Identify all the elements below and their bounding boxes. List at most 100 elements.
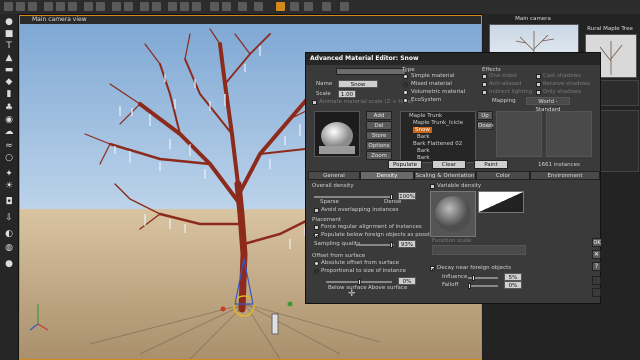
grid-icon[interactable]: [210, 2, 219, 11]
tab-environment[interactable]: Environment: [530, 171, 600, 180]
camera-icon[interactable]: [140, 2, 149, 11]
scale-field[interactable]: 1.00: [338, 90, 356, 98]
zoom-button[interactable]: Zoom: [366, 151, 392, 160]
sphere-icon[interactable]: ●: [4, 18, 14, 27]
type-volumetric-radio[interactable]: [403, 90, 408, 95]
density-function-preview[interactable]: [430, 191, 476, 237]
variable-density-checkbox[interactable]: [430, 184, 435, 189]
falloff-slider[interactable]: [468, 285, 498, 287]
clear-button[interactable]: Clear: [432, 160, 466, 169]
render-icon[interactable]: [112, 2, 121, 11]
mapping-select[interactable]: World - Standard: [526, 97, 570, 113]
populate-button[interactable]: Populate: [388, 160, 422, 169]
light-bulb-icon[interactable]: ✦: [4, 170, 14, 179]
ecosystem-icon[interactable]: [276, 2, 285, 11]
plane-icon[interactable]: ▬: [4, 66, 14, 75]
force-alignment-checkbox[interactable]: [314, 225, 319, 230]
tab-general[interactable]: General: [308, 171, 360, 180]
sampling-quality-value[interactable]: 93%: [398, 240, 416, 248]
receive-shadows-checkbox[interactable]: [536, 82, 541, 87]
del-layer-button[interactable]: Del layer: [366, 121, 392, 138]
cancel-button[interactable]: ✕: [592, 250, 601, 259]
rotate-icon[interactable]: [180, 2, 189, 11]
tab-density[interactable]: Density: [360, 171, 414, 180]
sampling-quality-knob[interactable]: [390, 242, 393, 248]
move-down-button[interactable]: Down: [477, 121, 494, 130]
cone-icon[interactable]: ◆: [4, 78, 14, 87]
copy-icon[interactable]: [56, 2, 65, 11]
type-simple-radio[interactable]: [403, 74, 408, 79]
add-layer-button[interactable]: Add layer: [366, 111, 392, 128]
redo-icon[interactable]: [96, 2, 105, 11]
layer-icon[interactable]: [238, 2, 247, 11]
density-filter-preview[interactable]: [478, 191, 524, 213]
material-preset-button[interactable]: [336, 68, 406, 75]
avoid-overlapping-checkbox[interactable]: [314, 208, 319, 213]
import-icon[interactable]: ⇩: [4, 214, 14, 223]
options-button[interactable]: Options: [366, 141, 392, 150]
overall-density-slider[interactable]: [314, 196, 392, 198]
tab-scaling-orientation[interactable]: Scaling & Orientation: [414, 171, 476, 180]
text-icon[interactable]: T: [4, 42, 14, 51]
new-file-icon[interactable]: [4, 2, 13, 11]
type-ecosystem-radio[interactable]: [403, 98, 408, 103]
ok-button[interactable]: OK: [592, 238, 602, 247]
snap-icon[interactable]: [222, 2, 231, 11]
load-material-icon[interactable]: [592, 288, 601, 297]
indirect-lighting-checkbox[interactable]: [482, 90, 487, 95]
anti-aliased-checkbox[interactable]: [482, 82, 487, 87]
cloud-icon[interactable]: ☁: [4, 128, 14, 137]
material-icon[interactable]: [290, 2, 299, 11]
move-up-button[interactable]: Up: [477, 111, 493, 120]
camera-left-icon[interactable]: ◘: [4, 198, 14, 207]
save-material-icon[interactable]: [592, 276, 601, 285]
help-button[interactable]: ?: [592, 262, 601, 271]
falloff-knob[interactable]: [468, 283, 471, 289]
tree-item[interactable]: Bark: [417, 134, 430, 140]
one-sided-checkbox[interactable]: [482, 74, 487, 79]
animate-scale-checkbox[interactable]: [312, 100, 317, 105]
type-mixed-radio[interactable]: [403, 82, 408, 87]
hd-icon[interactable]: [304, 2, 313, 11]
tree-item[interactable]: Maple Trunk_Icicle: [413, 120, 463, 126]
cast-shadows-checkbox[interactable]: [536, 74, 541, 79]
object-library-icon[interactable]: ◍: [4, 244, 14, 253]
settings-icon[interactable]: [322, 2, 331, 11]
falloff-value[interactable]: 0%: [504, 281, 522, 289]
sun-icon[interactable]: ☀: [4, 182, 14, 191]
world-icon[interactable]: [124, 2, 133, 11]
water-icon[interactable]: ≈: [4, 142, 14, 151]
light-icon[interactable]: [152, 2, 161, 11]
paint-button[interactable]: Paint: [474, 160, 508, 169]
function-scale-fields[interactable]: [432, 245, 526, 255]
material-editor-dialog[interactable]: Advanced Material Editor: Snow Name Snow…: [305, 52, 601, 304]
tab-color[interactable]: Color: [476, 171, 530, 180]
plant-icon[interactable]: ♣: [4, 104, 14, 113]
cut-icon[interactable]: [44, 2, 53, 11]
store-button[interactable]: Store: [366, 131, 392, 140]
tree-item-selected[interactable]: Snow: [413, 127, 432, 133]
undo-icon[interactable]: [84, 2, 93, 11]
material-ball-icon[interactable]: ●: [4, 260, 14, 269]
tree-item[interactable]: Bark: [417, 148, 430, 154]
tree-item[interactable]: Bark Flattened 02: [413, 141, 462, 147]
open-file-icon[interactable]: [16, 2, 25, 11]
tree-item[interactable]: Maple Trunk: [409, 113, 442, 119]
cube-icon[interactable]: ■: [4, 30, 14, 39]
terrain-icon[interactable]: ▲: [4, 54, 14, 63]
absolute-offset-radio[interactable]: [314, 261, 319, 266]
offset-move-icon[interactable]: ✛: [348, 289, 356, 299]
offset-value[interactable]: 0%: [398, 277, 416, 285]
scale-icon[interactable]: [192, 2, 201, 11]
move-icon[interactable]: [168, 2, 177, 11]
cylinder-icon[interactable]: ▮: [4, 90, 14, 99]
help-icon[interactable]: [340, 2, 349, 11]
sampling-quality-slider[interactable]: [356, 244, 394, 246]
preview-icon[interactable]: [254, 2, 263, 11]
decay-checkbox[interactable]: [430, 266, 435, 271]
influence-knob[interactable]: [472, 275, 475, 281]
rock-icon[interactable]: ◉: [4, 116, 14, 125]
save-file-icon[interactable]: [28, 2, 37, 11]
influence-value[interactable]: 5%: [504, 273, 522, 281]
proportional-offset-radio[interactable]: [314, 269, 319, 274]
